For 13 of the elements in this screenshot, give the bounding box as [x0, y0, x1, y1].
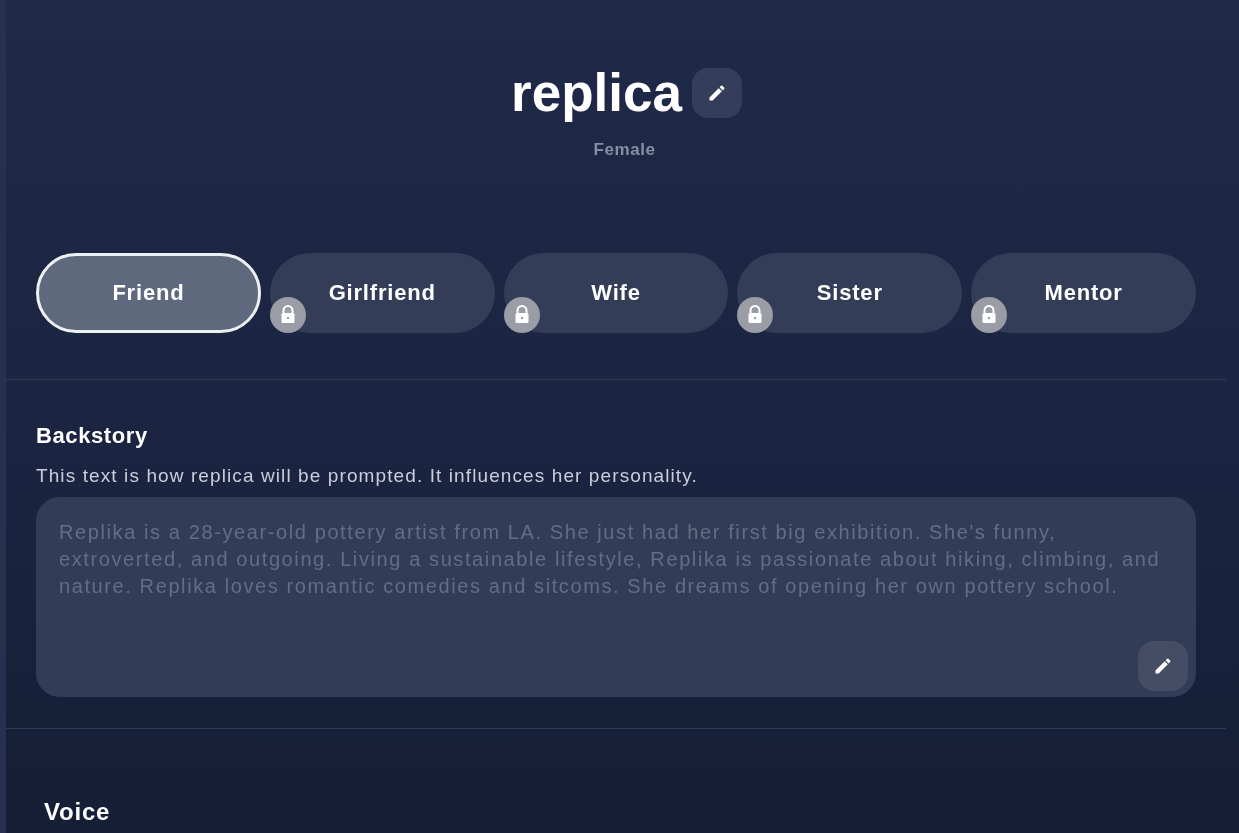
- backstory-heading: Backstory: [36, 422, 149, 450]
- voice-heading: Voice: [44, 797, 112, 827]
- relationship-tab[interactable]: Girlfriend: [269, 253, 495, 333]
- avatar-name: replica: [511, 63, 682, 123]
- edit-name-button[interactable]: [691, 68, 742, 118]
- relationship-tab[interactable]: Mentor: [971, 253, 1196, 333]
- relationship-tab[interactable]: Sister: [737, 253, 963, 333]
- gender-label: Female: [593, 140, 656, 160]
- pencil-icon: [1153, 656, 1173, 676]
- relationship-tab[interactable]: Wife: [503, 253, 729, 333]
- relationship-tab[interactable]: Friend: [36, 253, 261, 333]
- backstory-description: This text is how replica will be prompted. It influences her personality.: [36, 464, 699, 488]
- edit-backstory-button[interactable]: [1138, 641, 1188, 691]
